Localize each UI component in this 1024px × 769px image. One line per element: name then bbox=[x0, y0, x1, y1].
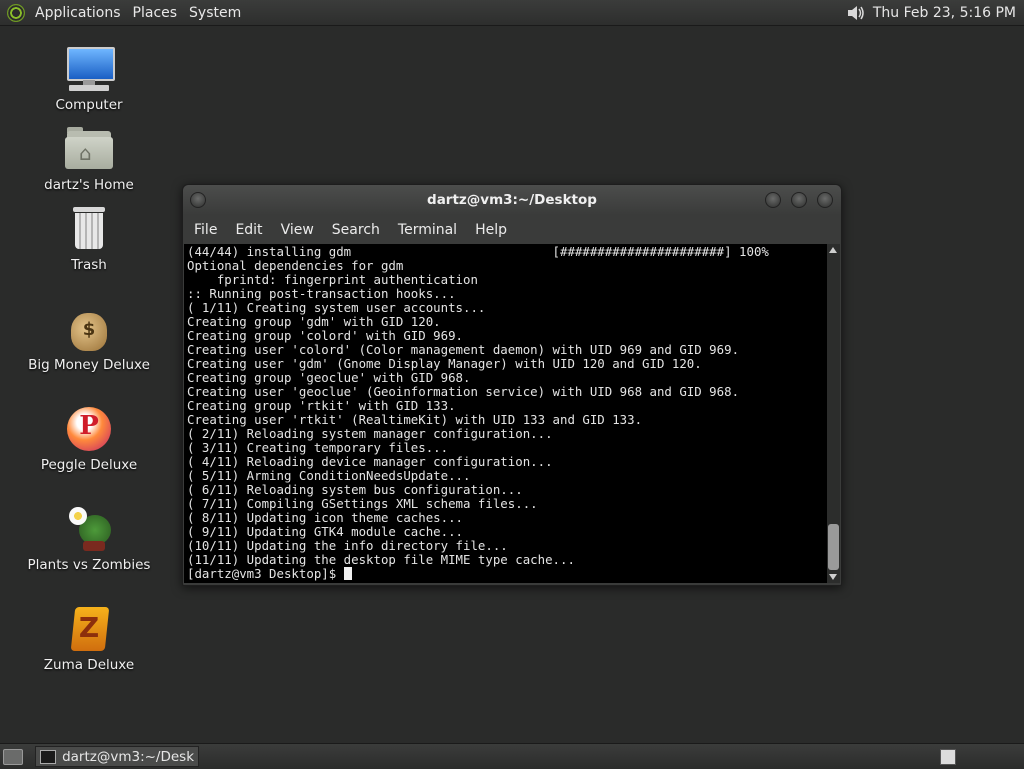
menu-places[interactable]: Places bbox=[127, 5, 184, 21]
terminal-line: fprintd: fingerprint authentication bbox=[216, 272, 478, 287]
clock[interactable]: Thu Feb 23, 5:16 PM bbox=[867, 5, 1016, 21]
desktop-icon-computer[interactable]: Computer bbox=[14, 45, 164, 113]
terminal-line: ( 8/11) Updating icon theme caches... bbox=[187, 510, 464, 525]
terminal-window[interactable]: dartz@vm3:~/Desktop File Edit View Searc… bbox=[182, 184, 842, 586]
terminal-line: ( 9/11) Updating GTK4 module cache... bbox=[187, 524, 464, 539]
window-titlebar[interactable]: dartz@vm3:~/Desktop bbox=[183, 185, 841, 215]
workspace-switcher[interactable] bbox=[940, 748, 956, 765]
terminal-prompt: [dartz@vm3 Desktop]$ bbox=[187, 566, 344, 581]
speaker-icon[interactable] bbox=[845, 3, 867, 23]
desktop-icon-label: Trash bbox=[71, 257, 107, 273]
terminal-icon bbox=[40, 749, 57, 764]
terminal-line: Optional dependencies for gdm bbox=[187, 258, 404, 273]
desktop-icon-big-money[interactable]: $ Big Money Deluxe bbox=[14, 305, 164, 373]
terminal-line: ( 4/11) Reloading device manager configu… bbox=[187, 454, 553, 469]
terminal-line: Creating user 'geoclue' (Geoinformation … bbox=[187, 384, 740, 399]
money-bag-icon: $ bbox=[65, 305, 113, 353]
menu-applications[interactable]: Applications bbox=[29, 5, 127, 21]
terminal-line: ( 1/11) Creating system user accounts... bbox=[187, 300, 486, 315]
desktop-icon-label: Peggle Deluxe bbox=[40, 457, 138, 473]
zuma-icon: Z bbox=[65, 605, 113, 653]
terminal-line: (11/11) Updating the desktop file MIME t… bbox=[187, 552, 575, 567]
desktop-icon-peggle[interactable]: P Peggle Deluxe bbox=[14, 405, 164, 473]
terminal-output[interactable]: (44/44) installing gdm [################… bbox=[184, 244, 827, 583]
desktop-icon-label: Big Money Deluxe bbox=[28, 357, 150, 373]
terminal-line: ( 2/11) Reloading system manager configu… bbox=[187, 426, 553, 441]
minimize-icon[interactable] bbox=[765, 192, 781, 208]
menu-view[interactable]: View bbox=[272, 222, 323, 238]
terminal-line: Creating group 'rtkit' with GID 133. bbox=[187, 398, 456, 413]
terminal-scrollbar[interactable] bbox=[827, 244, 840, 583]
desktop-icon-trash[interactable]: Trash bbox=[14, 205, 164, 273]
scroll-thumb[interactable] bbox=[828, 524, 839, 570]
terminal-line: ( 5/11) Arming ConditionNeedsUpdate... bbox=[187, 468, 471, 483]
peggle-icon: P bbox=[65, 405, 113, 453]
terminal-line: Creating group 'geoclue' with GID 968. bbox=[187, 370, 471, 385]
terminal-menubar: File Edit View Search Terminal Help bbox=[183, 215, 841, 245]
bottom-panel: dartz@vm3:~/Deskt... bbox=[0, 743, 1024, 769]
scroll-down-icon[interactable] bbox=[829, 574, 837, 580]
home-folder-icon: ⌂ bbox=[65, 125, 113, 173]
menu-help[interactable]: Help bbox=[466, 222, 516, 238]
close-icon[interactable] bbox=[817, 192, 833, 208]
top-panel: Applications Places System Thu Feb 23, 5… bbox=[0, 0, 1024, 26]
terminal-line: Creating group 'colord' with GID 969. bbox=[187, 328, 464, 343]
menu-system[interactable]: System bbox=[183, 5, 247, 21]
terminal-line: Creating user 'colord' (Color management… bbox=[187, 342, 740, 357]
trash-icon bbox=[65, 205, 113, 253]
terminal-line: :: Running post-transaction hooks... bbox=[187, 286, 456, 301]
terminal-line: (44/44) installing gdm [################… bbox=[187, 244, 769, 259]
menu-file[interactable]: File bbox=[183, 222, 226, 238]
menu-terminal[interactable]: Terminal bbox=[389, 222, 466, 238]
desktop-icon-label: Computer bbox=[55, 97, 123, 113]
terminal-line: ( 7/11) Compiling GSettings XML schema f… bbox=[187, 496, 538, 511]
terminal-line: Creating user 'gdm' (Gnome Display Manag… bbox=[187, 356, 702, 371]
desktop-icon-home[interactable]: ⌂ dartz's Home bbox=[14, 125, 164, 193]
desktop-icon-zuma[interactable]: Z Zuma Deluxe bbox=[14, 605, 164, 673]
computer-icon bbox=[65, 45, 115, 93]
terminal-line: (10/11) Updating the info directory file… bbox=[187, 538, 508, 553]
desktop-icon-plants-vs-zombies[interactable]: Plants vs Zombies bbox=[14, 505, 164, 573]
terminal-text: (44/44) installing gdm [################… bbox=[184, 244, 827, 581]
window-menu-icon[interactable] bbox=[190, 192, 206, 208]
terminal-line: Creating group 'gdm' with GID 120. bbox=[187, 314, 441, 329]
menu-search[interactable]: Search bbox=[323, 222, 389, 238]
desktop-icon-label: Plants vs Zombies bbox=[27, 557, 151, 573]
terminal-line: Creating user 'rtkit' (RealtimeKit) with… bbox=[187, 412, 643, 427]
maximize-icon[interactable] bbox=[791, 192, 807, 208]
terminal-line: ( 6/11) Reloading system bus configurati… bbox=[187, 482, 523, 497]
scroll-up-icon[interactable] bbox=[829, 247, 837, 253]
menu-edit[interactable]: Edit bbox=[226, 222, 271, 238]
show-desktop-icon[interactable] bbox=[3, 748, 23, 765]
desktop-icon-label: Zuma Deluxe bbox=[43, 657, 135, 673]
window-title: dartz@vm3:~/Desktop bbox=[427, 192, 597, 208]
terminal-line: ( 3/11) Creating temporary files... bbox=[187, 440, 449, 455]
distro-logo-icon[interactable] bbox=[7, 3, 25, 22]
terminal-cursor bbox=[343, 567, 352, 580]
taskbar-label: dartz@vm3:~/Deskt... bbox=[62, 748, 194, 765]
taskbar-terminal-button[interactable]: dartz@vm3:~/Deskt... bbox=[35, 746, 199, 767]
desktop-icon-label: dartz's Home bbox=[44, 177, 134, 193]
plants-icon bbox=[65, 505, 113, 553]
